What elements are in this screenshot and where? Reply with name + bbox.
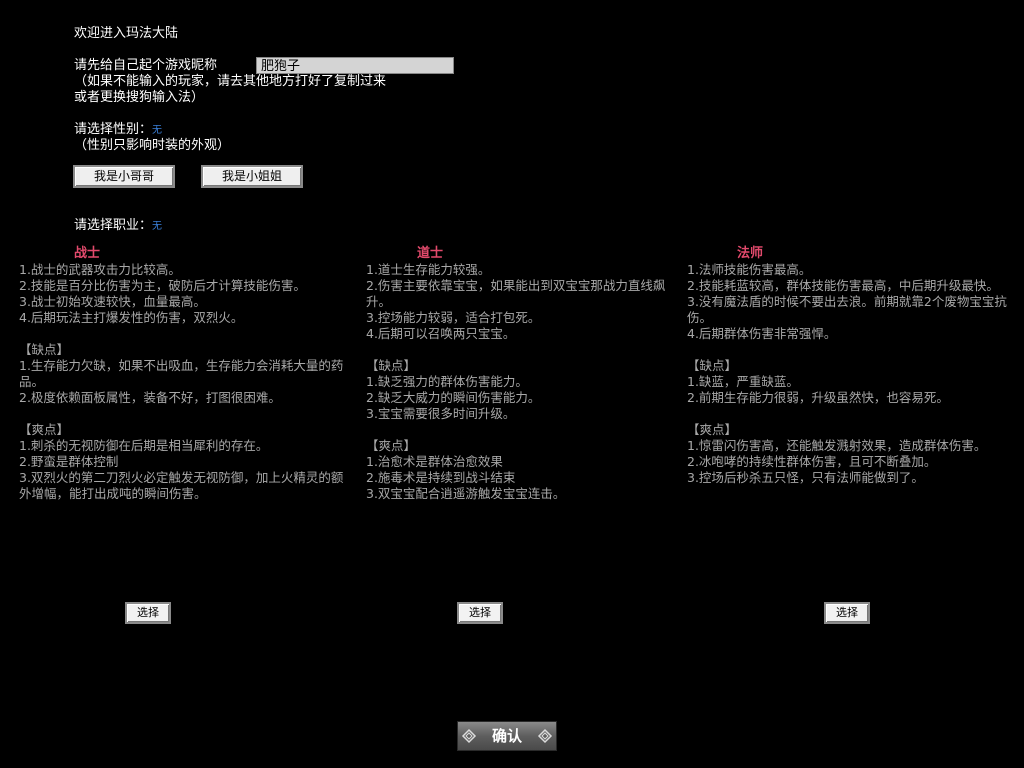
description-line: 【爽点】: [366, 438, 417, 453]
profession-prompt: 请选择职业：无: [74, 218, 162, 235]
class-name-mage: 法师: [737, 246, 764, 261]
description-line: 【缺点】: [19, 342, 70, 357]
description-line: 4.后期群体伤害非常强悍。: [687, 326, 837, 341]
nickname-prompt: 请先给自己起个游戏昵称: [74, 58, 218, 73]
nickname-input[interactable]: 肥狍子: [256, 57, 454, 74]
female-button[interactable]: 我是小姐姐: [201, 165, 303, 188]
description-line: 2.极度依赖面板属性，装备不好，打图很困难。: [19, 390, 281, 405]
description-line: 2.技能是百分比伤害为主，破防后才计算技能伤害。: [19, 278, 306, 293]
description-line: 4.后期可以召唤两只宝宝。: [366, 326, 516, 341]
class-name-warrior: 战士: [74, 246, 101, 261]
description-line: 1.缺蓝，严重缺蓝。: [687, 374, 799, 389]
gender-prompt: 请选择性别：无: [74, 122, 162, 139]
description-line: 3.控场能力较弱，适合打包死。: [366, 310, 541, 325]
description-line: 3.控场后秒杀五只怪，只有法师能做到了。: [687, 470, 924, 485]
description-line: 1.道士生存能力较强。: [366, 262, 491, 277]
description-line: 2.技能耗蓝较高，群体技能伤害最高，中后期升级最快。: [687, 278, 999, 293]
nickname-hint-line2: 或者更换搜狗输入法）: [74, 90, 205, 105]
description-line: 【缺点】: [687, 358, 738, 373]
select-warrior-button[interactable]: 选择: [125, 602, 171, 624]
description-line: 3.宝宝需要很多时间升级。: [366, 406, 516, 421]
gender-hint: （性别只影响时装的外观）: [74, 138, 231, 153]
description-line: 3.双宝宝配合逍遥游触发宝宝连击。: [366, 486, 566, 501]
gender-current-value: 无: [152, 125, 163, 136]
description-line: 2.缺乏大威力的瞬间伤害能力。: [366, 390, 541, 405]
description-line: 【缺点】: [366, 358, 417, 373]
welcome-text: 欢迎进入玛法大陆: [74, 26, 179, 41]
nickname-hint-line1: （如果不能输入的玩家，请去其他地方打好了复制过来: [74, 74, 387, 89]
description-line: 3.战士初始攻速较快，血量最高。: [19, 294, 206, 309]
description-line: 4.后期玩法主打爆发性的伤害，双烈火。: [19, 310, 244, 325]
description-line: 【爽点】: [687, 422, 738, 437]
description-line: 1.生存能力欠缺，如果不出吸血，生存能力会消耗大量的药品。: [19, 358, 344, 389]
description-line: 1.惊雷闪伤害高，还能触发溅射效果，造成群体伤害。: [687, 438, 987, 453]
description-line: 1.战士的武器攻击力比较高。: [19, 262, 181, 277]
description-line: 2.施毒术是持续到战斗结束: [366, 470, 516, 485]
description-line: 2.伤害主要依靠宝宝，如果能出到双宝宝那战力直线飙升。: [366, 278, 666, 309]
description-line: 1.刺杀的无视防御在后期是相当犀利的存在。: [19, 438, 269, 453]
profession-current-value: 无: [152, 221, 163, 232]
class-description-warrior: 1.战士的武器攻击力比较高。 2.技能是百分比伤害为主，破防后才计算技能伤害。 3.…: [19, 262, 345, 502]
description-line: 1.法师技能伤害最高。: [687, 262, 812, 277]
description-line: 3.没有魔法盾的时候不要出去浪。前期就靠2个废物宝宝抗伤。: [687, 294, 1007, 325]
select-taoist-button[interactable]: 选择: [457, 602, 503, 624]
male-button[interactable]: 我是小哥哥: [73, 165, 175, 188]
description-line: 【爽点】: [19, 422, 70, 437]
description-line: 2.前期生存能力很弱，升级虽然快，也容易死。: [687, 390, 949, 405]
description-line: 1.缺乏强力的群体伤害能力。: [366, 374, 528, 389]
description-line: 2.野蛮是群体控制: [19, 454, 119, 469]
confirm-button[interactable]: 确认: [457, 721, 557, 751]
select-mage-button[interactable]: 选择: [824, 602, 870, 624]
right-ornament-icon: [537, 728, 553, 744]
description-line: 1.治愈术是群体治愈效果: [366, 454, 503, 469]
description-line: 3.双烈火的第二刀烈火必定触发无视防御，加上火精灵的额外增幅，能打出成吨的瞬间伤…: [19, 470, 344, 501]
gender-prompt-label: 请选择性别：: [74, 122, 153, 137]
class-name-taoist: 道士: [417, 246, 444, 261]
left-ornament-icon: [461, 728, 477, 744]
description-line: 2.冰咆哮的持续性群体伤害，且可不断叠加。: [687, 454, 937, 469]
profession-prompt-label: 请选择职业：: [74, 218, 153, 233]
class-description-taoist: 1.道士生存能力较强。 2.伤害主要依靠宝宝，如果能出到双宝宝那战力直线飙升。 3.…: [366, 262, 688, 502]
class-description-mage: 1.法师技能伤害最高。 2.技能耗蓝较高，群体技能伤害最高，中后期升级最快。 3.没…: [687, 262, 1009, 486]
confirm-label: 确认: [491, 727, 522, 745]
